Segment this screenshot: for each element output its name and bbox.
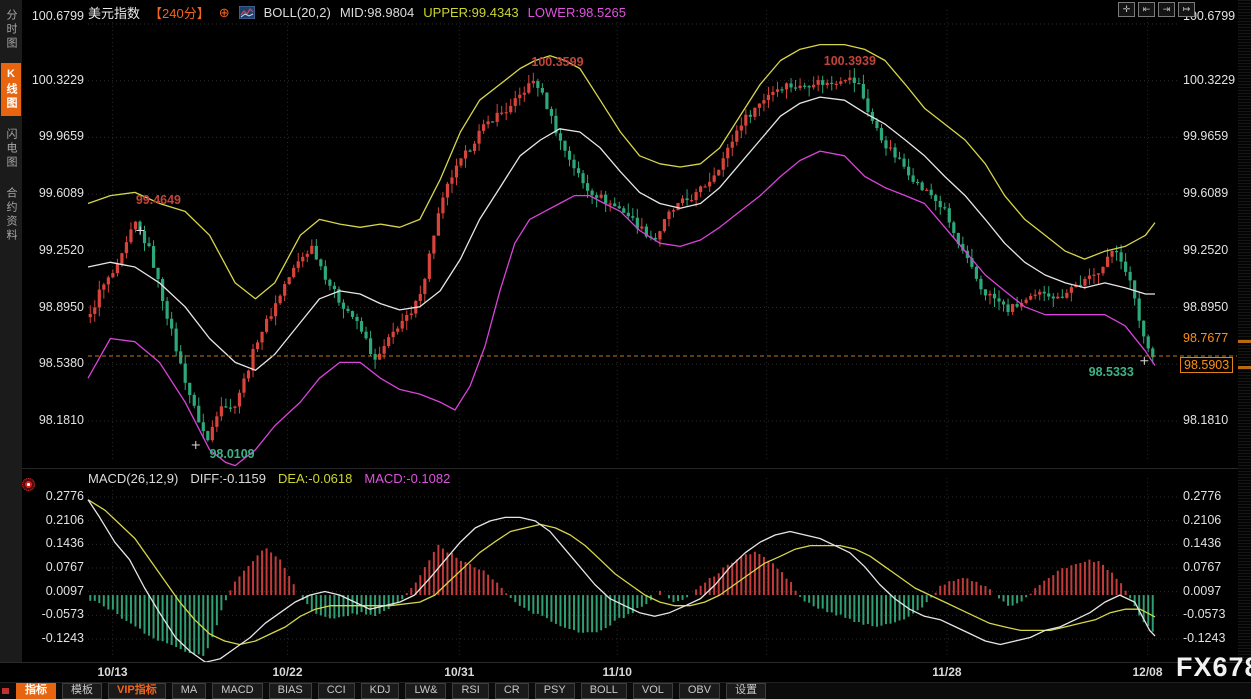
macd-diff-value: DIFF:-0.1159	[190, 471, 266, 486]
date-tick-label: 12/08	[1133, 665, 1163, 679]
macd-tick-label: 0.2776	[1183, 489, 1243, 503]
price-tick-label: 99.9659	[1183, 129, 1243, 143]
macd-tick-label: 0.0767	[26, 560, 84, 574]
zoom-in-icon[interactable]: ⇥	[1158, 2, 1175, 17]
price-tick-label: 98.1810	[1183, 413, 1243, 427]
left-sidebar: 分时图 K线图闪电图合约资料	[0, 0, 22, 682]
macd-macd-value: MACD:-0.1082	[364, 471, 450, 486]
zoom-out-icon[interactable]: ⇤	[1138, 2, 1155, 17]
date-tick-label: 11/10	[603, 665, 632, 679]
main-chart-header: 美元指数 【240分】 ⊕ BOLL(20,2) MID:98.9804 UPP…	[88, 3, 626, 22]
toolbar-button-设置[interactable]: 设置	[726, 683, 766, 699]
macd-chart-canvas[interactable]	[0, 470, 1251, 662]
price-tick-label: 100.3229	[26, 73, 84, 87]
toolbar-button-VIP指标[interactable]: VIP指标	[108, 683, 166, 699]
boll-mid-value: MID:98.9804	[340, 5, 414, 20]
toolbar-button-VOL[interactable]: VOL	[633, 683, 673, 699]
main-chart-canvas[interactable]	[0, 0, 1251, 470]
date-tick-label: 10/22	[273, 665, 303, 679]
price-tick-label: 99.6089	[1183, 186, 1243, 200]
boll-label: BOLL(20,2)	[264, 5, 331, 20]
symbol-title: 美元指数	[88, 3, 140, 22]
toolbar-button-CCI[interactable]: CCI	[318, 683, 355, 699]
macd-tick-label: 0.1436	[1183, 536, 1243, 550]
toolbar-button-LW&[interactable]: LW&	[405, 683, 446, 699]
macd-header: MACD(26,12,9) DIFF:-0.1159 DEA:-0.0618 M…	[88, 471, 450, 486]
panel-divider	[22, 468, 1251, 469]
toolbar-button-BOLL[interactable]: BOLL	[581, 683, 627, 699]
toolbar-alert-icon	[2, 688, 9, 694]
macd-tick-label: 0.1436	[26, 536, 84, 550]
toolbar-button-KDJ[interactable]: KDJ	[361, 683, 400, 699]
macd-tick-label: 0.0097	[1183, 584, 1243, 598]
period-title: 【240分】	[149, 3, 210, 22]
last-price-badge: 98.5903	[1180, 357, 1233, 373]
toolbar-button-CR[interactable]: CR	[495, 683, 529, 699]
alarm-icon[interactable]	[22, 478, 35, 491]
boll-upper-value: UPPER:99.4343	[423, 5, 518, 20]
macd-dea-value: DEA:-0.0618	[278, 471, 352, 486]
price-tick-label: 100.3229	[1183, 73, 1243, 87]
toolbar-button-BIAS[interactable]: BIAS	[269, 683, 312, 699]
macd-tick-label: -0.0573	[26, 607, 84, 621]
price-annotation: 98.5333	[1089, 365, 1134, 379]
boll-lower-value: LOWER:98.5265	[528, 5, 626, 20]
price-annotation: 98.0109	[209, 447, 254, 461]
macd-tick-label: 0.0097	[26, 584, 84, 598]
toolbar-button-PSY[interactable]: PSY	[535, 683, 575, 699]
add-indicator-icon[interactable]: ⊕	[219, 5, 230, 21]
price-tick-label: 99.2520	[1183, 243, 1243, 257]
price-tick-label: 99.2520	[26, 243, 84, 257]
date-tick-label: 10/13	[98, 665, 128, 679]
sidebar-item-1[interactable]: 分时图	[1, 4, 21, 56]
macd-tick-label: 0.0767	[1183, 560, 1243, 574]
toolbar-button-RSI[interactable]: RSI	[452, 683, 488, 699]
stripe-marker-current	[1238, 340, 1251, 343]
current-price-badge: 98.7677	[1183, 331, 1228, 345]
price-annotation: 100.3939	[824, 54, 876, 68]
price-tick-label: 99.6089	[26, 186, 84, 200]
chart-tool-icons: ✛⇤⇥↦	[1118, 2, 1195, 17]
macd-tick-label: 0.2776	[26, 489, 84, 503]
stripe-marker-last	[1238, 366, 1251, 369]
pop-out-icon[interactable]: ↦	[1178, 2, 1195, 17]
macd-tick-label: -0.1243	[1183, 631, 1243, 645]
fx678-logo: FX678	[1176, 652, 1251, 683]
macd-tick-label: -0.0573	[1183, 607, 1243, 621]
mini-chart-icon[interactable]	[239, 6, 255, 19]
indicator-toolbar: 指标模板 VIP指标 MA MACD BIAS CCI KDJ LW&RSI CR PSY BOLL…	[0, 682, 1251, 699]
macd-label: MACD(26,12,9)	[88, 471, 178, 486]
toolbar-button-指标[interactable]: 指标	[16, 683, 56, 699]
toolbar-button-MA[interactable]: MA	[172, 683, 207, 699]
sidebar-item-3[interactable]: 闪电图	[1, 123, 21, 175]
date-tick-label: 10/31	[444, 665, 474, 679]
price-tick-label: 98.8950	[26, 300, 84, 314]
toolbar-button-OBV[interactable]: OBV	[679, 683, 720, 699]
price-tick-label: 99.9659	[26, 129, 84, 143]
price-tick-label: 98.5380	[26, 356, 84, 370]
sidebar-item-2[interactable]: K线图	[1, 63, 21, 116]
price-annotation: 99.4649	[136, 193, 181, 207]
macd-tick-label: 0.2106	[1183, 513, 1243, 527]
price-tick-label: 98.1810	[26, 413, 84, 427]
price-tick-label: 98.8950	[1183, 300, 1243, 314]
pan-icon[interactable]: ✛	[1118, 2, 1135, 17]
toolbar-button-模板[interactable]: 模板	[62, 683, 102, 699]
date-tick-label: 11/28	[932, 665, 961, 679]
price-tick-label: 100.6799	[26, 9, 84, 23]
toolbar-button-MACD[interactable]: MACD	[212, 683, 262, 699]
price-annotation: 100.3599	[531, 55, 583, 69]
sidebar-item-4[interactable]: 合约资料	[1, 182, 21, 248]
macd-tick-label: 0.2106	[26, 513, 84, 527]
trading-app: 分时图 K线图闪电图合约资料 美元指数 【240分】 ⊕ BOLL(20,2) M…	[0, 0, 1251, 699]
macd-tick-label: -0.1243	[26, 631, 84, 645]
